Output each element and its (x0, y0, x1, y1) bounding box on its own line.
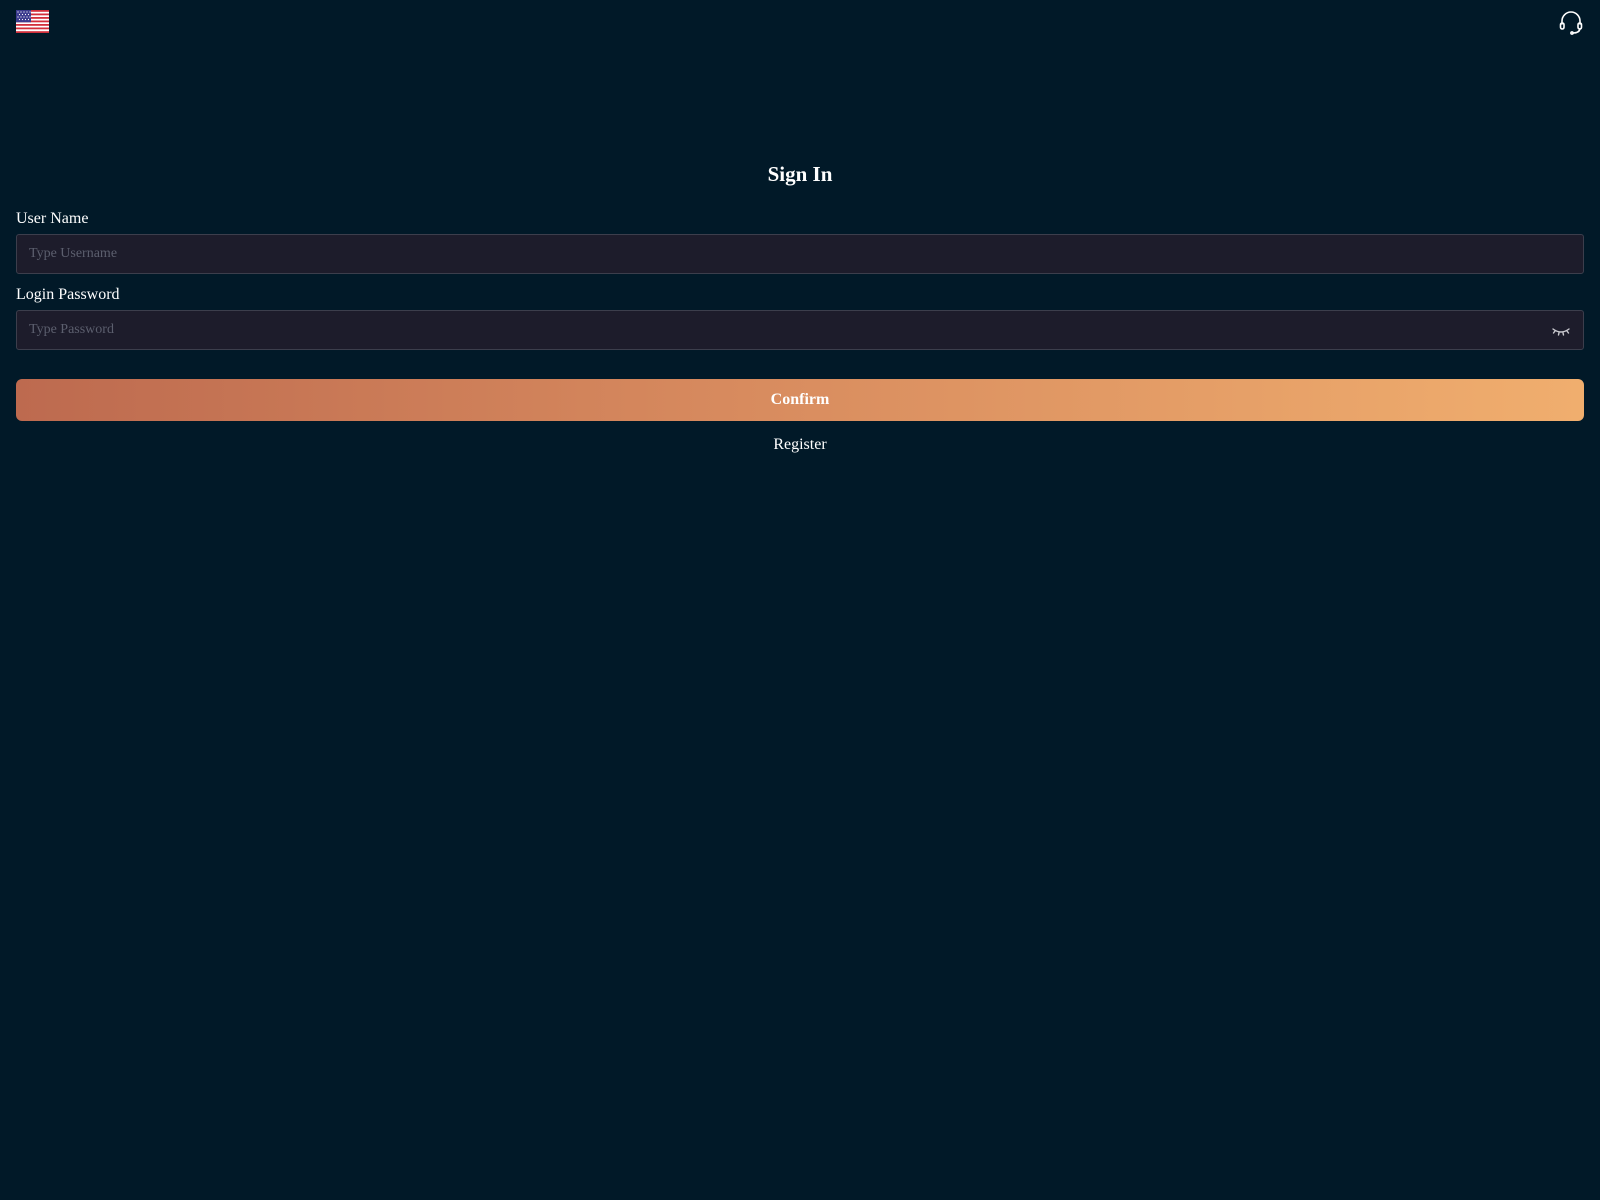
confirm-button[interactable]: Confirm (16, 379, 1584, 421)
register-row: Register (0, 435, 1600, 455)
username-field-container (16, 234, 1584, 274)
register-link[interactable]: Register (773, 436, 826, 453)
username-label: User Name (16, 210, 89, 227)
top-bar (0, 0, 1600, 44)
us-flag-icon[interactable] (16, 10, 49, 33)
eye-closed-icon[interactable] (1551, 324, 1571, 338)
headset-icon[interactable] (1558, 10, 1584, 36)
password-field-container (16, 310, 1584, 350)
password-label: Login Password (16, 286, 120, 303)
page-title: Sign In (767, 162, 833, 186)
username-input[interactable] (17, 235, 1583, 273)
password-input[interactable] (17, 311, 1543, 349)
